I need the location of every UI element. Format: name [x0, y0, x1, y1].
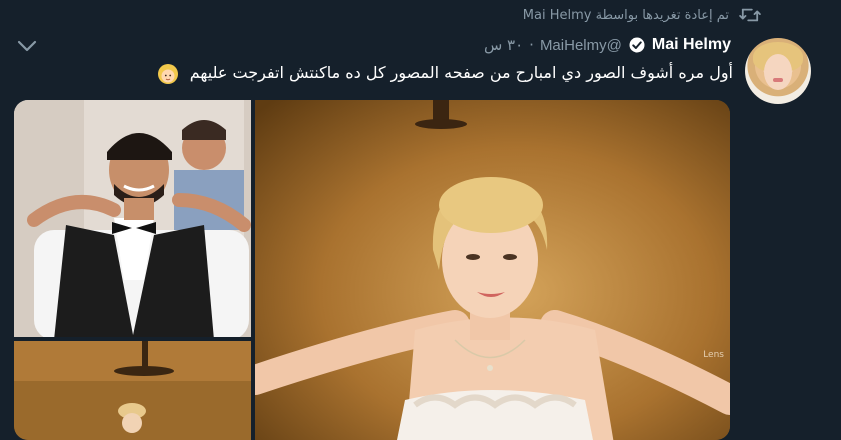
user-handle[interactable]: @MaiHelmy — [540, 37, 622, 54]
retweet-icon — [739, 8, 761, 22]
tweet-header: Mai Helmy @MaiHelmy · ٣٠ س — [484, 36, 731, 54]
timestamp[interactable]: ٣٠ س — [484, 36, 523, 54]
bride-photo[interactable]: Lens — [255, 100, 730, 440]
tweet-body: أول مره أشوف الصور دي امبارح من صفحه الم… — [189, 63, 733, 82]
separator-dot: · — [529, 36, 534, 54]
chevron-down-icon[interactable] — [16, 38, 38, 54]
avatar[interactable] — [745, 38, 811, 104]
tweet-text: أول مره أشوف الصور دي امبارح من صفحه الم… — [48, 60, 733, 86]
media-grid: Lens — [14, 100, 730, 440]
verified-badge-icon — [629, 37, 645, 53]
groom-photo[interactable] — [14, 100, 251, 337]
studio-photo[interactable] — [14, 341, 251, 440]
photo-watermark: Lens — [703, 350, 724, 360]
retweet-context[interactable]: تم إعادة تغريدها بواسطة Mai Helmy — [523, 6, 761, 24]
display-name[interactable]: Mai Helmy — [652, 36, 731, 54]
retweet-label[interactable]: تم إعادة تغريدها بواسطة Mai Helmy — [523, 8, 729, 23]
woman-blond-hair-emoji-icon — [157, 63, 178, 84]
